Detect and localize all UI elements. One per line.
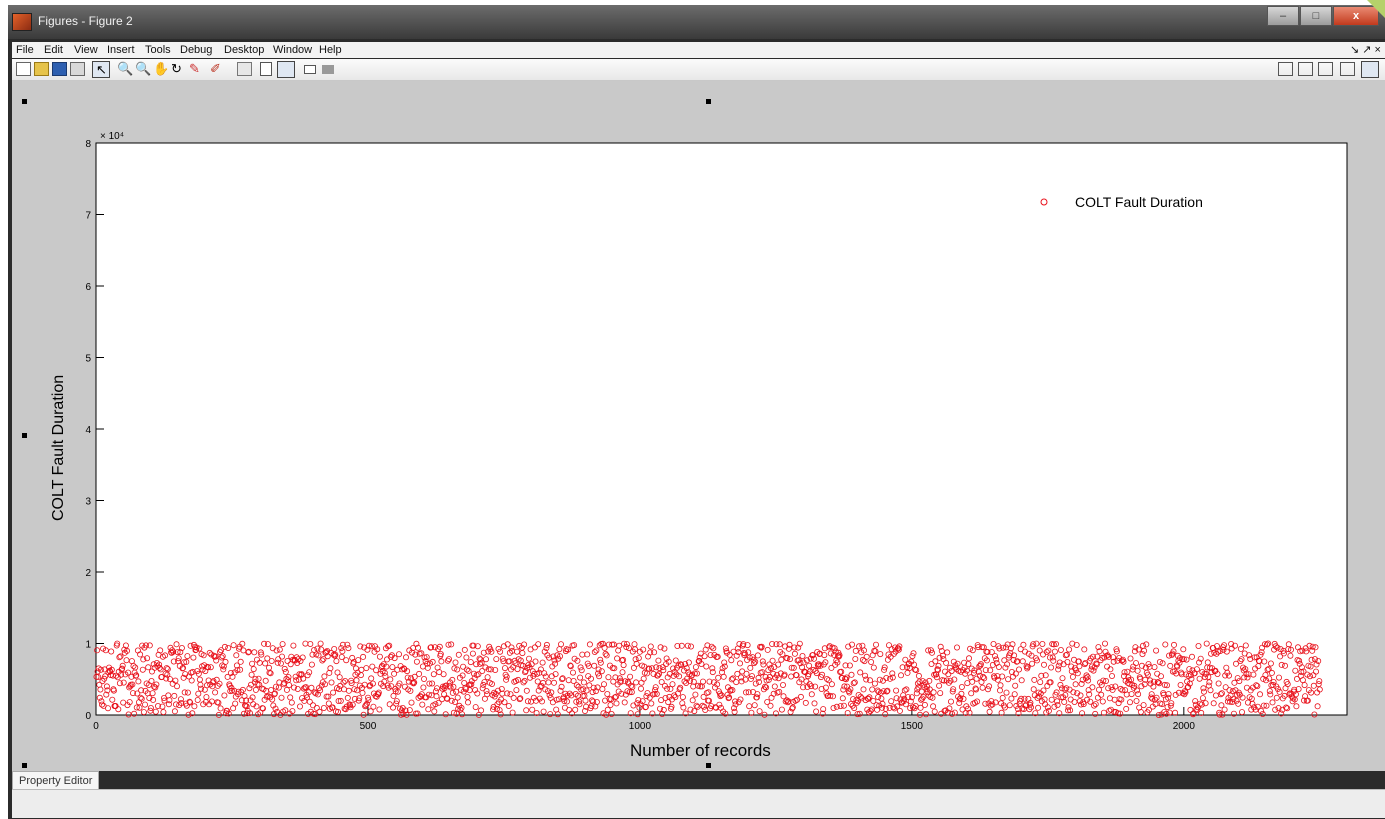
x-tick-label: 0 xyxy=(93,721,99,732)
resize-handle-tl[interactable] xyxy=(22,99,27,104)
link-plot-icon[interactable] xyxy=(237,62,252,76)
menu-view[interactable]: View xyxy=(74,44,98,56)
y-tick-label: 4 xyxy=(85,425,91,436)
menu-insert[interactable]: Insert xyxy=(107,44,135,56)
menu-window[interactable]: Window xyxy=(273,44,312,56)
legend-icon[interactable] xyxy=(277,61,295,78)
x-tick-label: 1500 xyxy=(901,721,924,732)
y-tick-label: 1 xyxy=(85,640,91,651)
side-by-side-icon[interactable] xyxy=(1298,62,1313,76)
hide-plot-tools-icon[interactable] xyxy=(304,65,316,74)
window-controls: – □ x xyxy=(1266,6,1379,26)
y-axis-label: COLT Fault Duration xyxy=(50,375,67,521)
menu-edit[interactable]: Edit xyxy=(44,44,63,56)
data-cursor-icon[interactable]: ✎ xyxy=(189,62,204,76)
stacked-icon[interactable] xyxy=(1318,62,1333,76)
save-icon[interactable] xyxy=(52,62,67,76)
resize-handle-ml[interactable] xyxy=(22,433,27,438)
print-icon[interactable] xyxy=(70,62,85,76)
x-tick-label: 1000 xyxy=(629,721,652,732)
matlab-app-icon xyxy=(12,13,32,31)
title-bar[interactable]: Figures - Figure 2 – □ x xyxy=(8,5,1385,39)
menu-debug[interactable]: Debug xyxy=(180,44,212,56)
y-tick-label: 6 xyxy=(85,282,91,293)
open-file-icon[interactable] xyxy=(34,62,49,76)
figure-toolbar: ↖ 🔍 🔍 ✋ ↻ ✎ ✐ xyxy=(12,59,1385,81)
x-axis-label: Number of records xyxy=(630,741,771,760)
zoom-out-icon[interactable]: 🔍 xyxy=(135,62,151,76)
scatter-chart: 0 1 2 3 4 5 6 7 8 0 500 1000 1500 2000 × 10⁴ Number … xyxy=(50,131,1348,760)
maximize-button[interactable]: □ xyxy=(1300,6,1332,26)
resize-handle-tc[interactable] xyxy=(706,99,711,104)
y-tick-label: 8 xyxy=(85,139,91,150)
edit-plot-icon[interactable]: ↖ xyxy=(92,61,110,78)
zoom-in-icon[interactable]: 🔍 xyxy=(117,62,133,76)
float-icon[interactable] xyxy=(1340,62,1355,76)
y-tick-label: 5 xyxy=(85,354,91,365)
menu-tools[interactable]: Tools xyxy=(145,44,171,56)
brush-icon[interactable]: ✐ xyxy=(210,62,225,76)
minimize-button[interactable]: – xyxy=(1267,6,1299,26)
figure-window: Figures - Figure 2 – □ x File Edit View … xyxy=(8,5,1385,819)
figure-canvas[interactable]: 0 1 2 3 4 5 6 7 8 0 500 1000 1500 2000 × 10⁴ Number … xyxy=(12,81,1385,771)
x-tick-label: 2000 xyxy=(1173,721,1196,732)
pan-icon[interactable]: ✋ xyxy=(153,62,169,76)
property-editor-panel xyxy=(12,789,1385,818)
y-tick-label: 3 xyxy=(85,497,91,508)
rotate-3d-icon[interactable]: ↻ xyxy=(171,62,186,76)
legend-label: COLT Fault Duration xyxy=(1075,194,1203,210)
menu-file[interactable]: File xyxy=(16,44,34,56)
menu-bar: File Edit View Insert Tools Debug Deskto… xyxy=(12,42,1385,58)
y-tick-label: 0 xyxy=(85,711,91,722)
y-tick-label: 7 xyxy=(85,211,91,222)
tile-icon[interactable] xyxy=(1278,62,1293,76)
undock-controls[interactable]: ↘ ↗ × xyxy=(1350,43,1381,56)
menu-help[interactable]: Help xyxy=(319,44,342,56)
window-title: Figures - Figure 2 xyxy=(38,14,133,28)
colorbar-icon[interactable] xyxy=(260,62,272,76)
x-tick-label: 500 xyxy=(360,721,377,732)
y-exponent-label: × 10⁴ xyxy=(100,131,124,142)
axes-box[interactable] xyxy=(95,142,1348,716)
maximize-icon[interactable] xyxy=(1361,61,1379,78)
show-plot-tools-icon[interactable] xyxy=(322,65,334,74)
menu-desktop[interactable]: Desktop xyxy=(224,44,264,56)
resize-handle-bl[interactable] xyxy=(22,763,27,768)
property-editor-tab[interactable]: Property Editor xyxy=(12,771,100,790)
resize-handle-bc[interactable] xyxy=(706,763,711,768)
corner-decoration xyxy=(1367,0,1385,18)
y-tick-label: 2 xyxy=(85,568,91,579)
new-figure-icon[interactable] xyxy=(16,62,31,76)
